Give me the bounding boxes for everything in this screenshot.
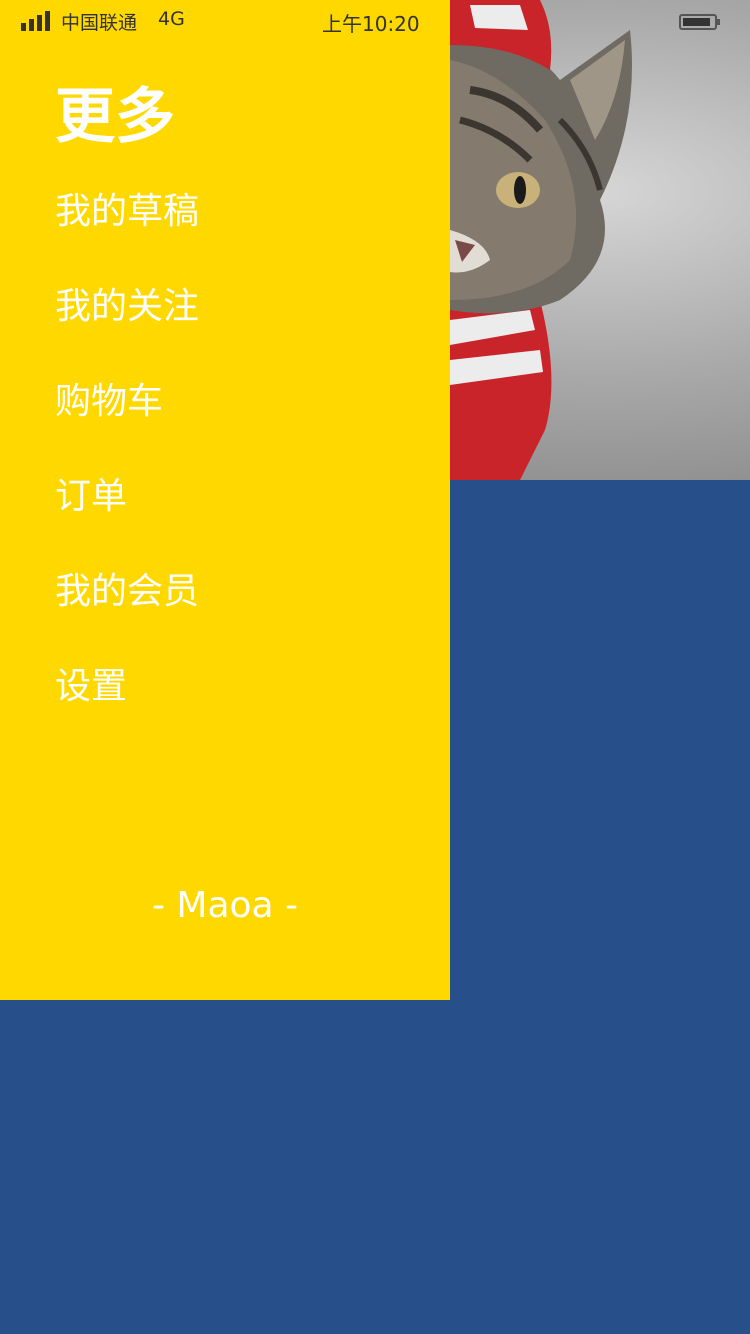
menu-item-settings[interactable]: 设置 (55, 660, 199, 755)
drawer-footer-brand: - Maoa - (151, 885, 299, 926)
status-bar: 中国联通 4G 上午10:20 (0, 0, 750, 40)
battery-icon (679, 14, 720, 30)
drawer-menu: 我的草稿 我的关注 购物车 订单 我的会员 设置 (55, 185, 199, 755)
drawer-title: 更多 (55, 82, 175, 152)
side-drawer: 更多 我的草稿 我的关注 购物车 订单 我的会员 设置 - Maoa - (0, 0, 450, 1000)
carrier-label: 中国联通 (61, 12, 138, 34)
menu-item-drafts[interactable]: 我的草稿 (55, 185, 199, 280)
menu-item-membership[interactable]: 我的会员 (55, 565, 199, 660)
menu-item-orders[interactable]: 订单 (55, 470, 199, 565)
menu-item-cart[interactable]: 购物车 (55, 375, 199, 470)
network-type: 4G (158, 8, 185, 30)
menu-item-following[interactable]: 我的关注 (55, 280, 199, 375)
signal-icon (21, 11, 51, 31)
clock: 上午10:20 (322, 12, 420, 36)
